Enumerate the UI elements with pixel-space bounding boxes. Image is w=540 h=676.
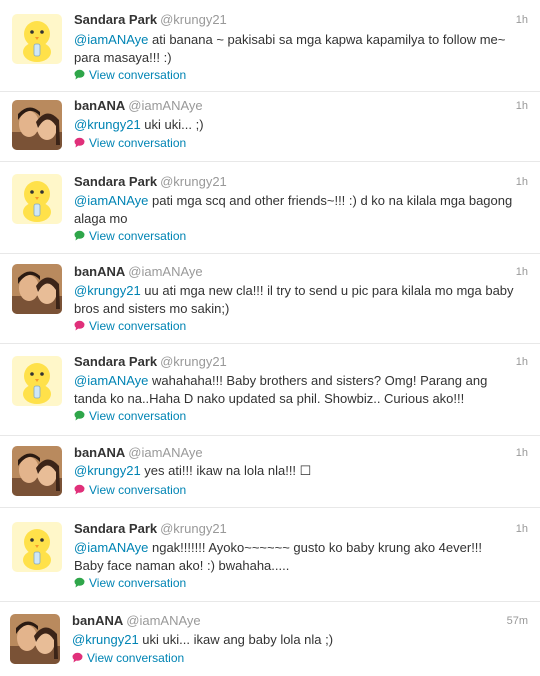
mention-link[interactable]: @krungy21 [74,117,141,132]
timestamp[interactable]: 57m [507,613,528,629]
speech-bubble-icon [74,230,85,241]
author-handle[interactable]: @krungy21 [160,354,227,369]
author-handle[interactable]: @iamANAye [126,613,200,628]
timestamp[interactable]: 1h [516,174,528,190]
tweet[interactable]: banANA @iamANAye 57m @krungy21 uki uki...… [0,602,540,676]
tweet-text: @krungy21 yes ati!!! ikaw na lola nla!!!… [74,462,514,480]
tweet-body: yes ati!!! ikaw na lola nla!!! ☐ [140,463,312,478]
view-conversation-link[interactable]: View conversation [74,408,186,424]
mention-link[interactable]: @krungy21 [74,463,141,478]
yellow-chick-avatar[interactable] [12,522,62,572]
view-conversation-link[interactable]: View conversation [74,482,186,498]
yellow-chick-avatar[interactable] [12,174,62,224]
view-conversation-label[interactable]: View conversation [89,229,186,243]
author-handle[interactable]: @iamANAye [128,98,202,113]
mention-link[interactable]: @iamANAye [74,193,148,208]
tweet[interactable]: Sandara Park @krungy21 1h @iamANAye wahah… [0,344,540,436]
view-conversation-link[interactable]: View conversation [74,575,186,591]
author-name[interactable]: banANA [74,264,125,279]
tweet-body: uu ati mga new cla!!! il try to send u p… [74,283,514,316]
view-conversation-label[interactable]: View conversation [89,483,186,497]
view-conversation-label[interactable]: View conversation [89,319,186,333]
timestamp[interactable]: 1h [516,445,528,461]
tweet-body: uki uki... ikaw ang baby lola nla ;) [138,632,334,647]
tweet-text: @krungy21 uu ati mga new cla!!! il try t… [74,282,514,318]
view-conversation-link[interactable]: View conversation [74,135,186,151]
speech-bubble-icon [74,410,85,421]
view-conversation-link[interactable]: View conversation [72,650,184,666]
author-name[interactable]: Sandara Park [74,521,157,536]
view-conversation-link[interactable]: View conversation [74,228,186,244]
yellow-chick-avatar[interactable] [12,356,62,406]
tweet[interactable]: Sandara Park @krungy21 1h @iamANAye ngak!… [0,508,540,602]
author-handle[interactable]: @iamANAye [128,445,202,460]
author-handle[interactable]: @krungy21 [160,174,227,189]
speech-bubble-icon [74,577,85,588]
view-conversation-label[interactable]: View conversation [89,409,186,423]
speech-bubble-icon [74,320,85,331]
mention-link[interactable]: @krungy21 [72,632,139,647]
timestamp[interactable]: 1h [516,264,528,280]
tweet-body: uki uki... ;) [140,117,204,132]
timestamp[interactable]: 1h [516,12,528,28]
timestamp[interactable]: 1h [516,521,528,537]
tweet-text: @iamANAye ngak!!!!!!! Ayoko~~~~~~ gusto … [74,539,514,575]
couple-photo-avatar[interactable] [12,446,62,496]
author-name[interactable]: banANA [74,445,125,460]
mention-link[interactable]: @iamANAye [74,540,148,555]
author-name[interactable]: Sandara Park [74,12,157,27]
author-name[interactable]: Sandara Park [74,354,157,369]
view-conversation-label[interactable]: View conversation [87,651,184,665]
author-name[interactable]: Sandara Park [74,174,157,189]
author-name[interactable]: banANA [74,98,125,113]
timestamp[interactable]: 1h [516,98,528,114]
tweet[interactable]: Sandara Park @krungy21 1h @iamANAye ati b… [0,0,540,92]
view-conversation-link[interactable]: View conversation [74,318,186,334]
tweet-text: @krungy21 uki uki... ;) [74,116,514,134]
view-conversation-label[interactable]: View conversation [89,136,186,150]
author-handle[interactable]: @krungy21 [160,521,227,536]
speech-bubble-icon [74,484,85,495]
yellow-chick-avatar[interactable] [12,14,62,64]
mention-link[interactable]: @krungy21 [74,283,141,298]
tweet-text: @iamANAye pati mga scq and other friends… [74,192,514,228]
author-name[interactable]: banANA [72,613,123,628]
speech-bubble-icon [74,69,85,80]
tweet-text: @krungy21 uki uki... ikaw ang baby lola … [72,631,512,649]
view-conversation-label[interactable]: View conversation [89,68,186,82]
tweet[interactable]: banANA @iamANAye 1h @krungy21 yes ati!!! … [0,436,540,508]
tweet[interactable]: banANA @iamANAye 1h @krungy21 uki uki... … [0,92,540,162]
timestamp[interactable]: 1h [516,354,528,370]
view-conversation-label[interactable]: View conversation [89,576,186,590]
couple-photo-avatar[interactable] [12,100,62,150]
couple-photo-avatar[interactable] [10,614,60,664]
mention-link[interactable]: @iamANAye [74,32,148,47]
tweet-text: @iamANAye wahahaha!!! Baby brothers and … [74,372,514,408]
speech-bubble-icon [74,137,85,148]
tweet-text: @iamANAye ati banana ~ pakisabi sa mga k… [74,31,514,67]
mention-link[interactable]: @iamANAye [74,373,148,388]
tweet[interactable]: banANA @iamANAye 1h @krungy21 uu ati mga … [0,254,540,344]
view-conversation-link[interactable]: View conversation [74,67,186,83]
author-handle[interactable]: @krungy21 [160,12,227,27]
tweet[interactable]: Sandara Park @krungy21 1h @iamANAye pati … [0,162,540,254]
couple-photo-avatar[interactable] [12,264,62,314]
author-handle[interactable]: @iamANAye [128,264,202,279]
speech-bubble-icon [72,652,83,663]
